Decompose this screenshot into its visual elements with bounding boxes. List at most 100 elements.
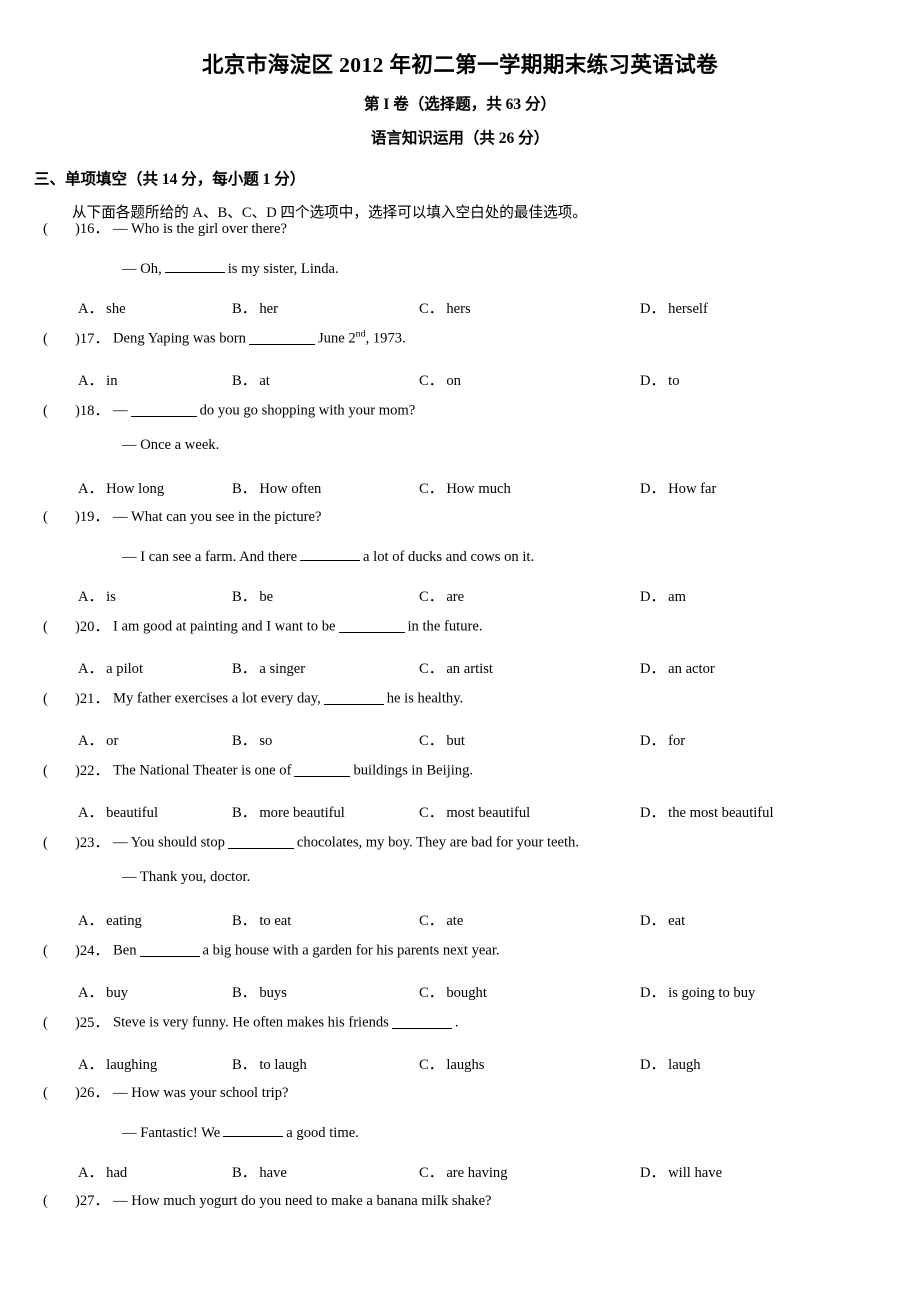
answer-bracket[interactable]: ( [0,943,75,959]
option-row: A． is B． be C． are D． am [0,582,920,618]
option-c[interactable]: C． How much [419,482,511,497]
answer-blank[interactable] [227,834,294,849]
question-text: — You should stop chocolates, my boy. The… [113,834,579,851]
option-b[interactable]: B． to eat [232,914,291,929]
option-b[interactable]: B． so [232,734,272,749]
option-d[interactable]: D． eat [640,914,685,929]
option-b[interactable]: B． to laugh [232,1058,307,1073]
option-a[interactable]: A． is [78,590,116,605]
ordinal-suffix: nd [355,328,366,340]
answer-bracket[interactable]: ( [0,619,75,635]
option-b[interactable]: B． a singer [232,662,305,677]
option-d[interactable]: D． is going to buy [640,986,755,1001]
question-line-primary: ( )25． Steve is very funny. He often mak… [0,1014,920,1050]
option-d[interactable]: D． herself [640,302,708,317]
option-c[interactable]: C． are [419,590,464,605]
answer-bracket[interactable]: ( [0,222,75,237]
question-text-pre: — Fantastic! We [122,1124,221,1141]
option-row: A． a pilot B． a singer C． an artist D． an ac… [0,654,920,690]
answer-bracket[interactable]: ( [0,763,75,779]
option-d[interactable]: D． to [640,374,680,389]
option-d[interactable]: D． How far [640,482,716,497]
page-title: 北京市海淀区 2012 年初二第一学期期末练习英语试卷 [201,53,719,77]
option-b[interactable]: B． her [232,302,278,317]
question-line-primary: ( )17． Deng Yaping was born June 2nd, 197… [0,328,920,366]
question-number: )18． [75,402,110,419]
answer-bracket[interactable]: ( [0,403,75,419]
answer-bracket[interactable]: ( [0,331,75,347]
option-b[interactable]: B． How often [232,482,321,497]
answer-blank[interactable] [223,1122,284,1137]
option-a[interactable]: A． How long [78,482,164,497]
option-row: A． had B． have C． are having D． will have [0,1158,920,1194]
option-a[interactable]: A． in [78,374,118,389]
answer-blank[interactable] [300,546,361,561]
option-row: A． laughing B． to laugh C． laughs D． laugh [0,1050,920,1086]
option-d[interactable]: D． will have [640,1166,722,1181]
question-number: )25． [75,1014,110,1031]
question-number: )26． [75,1085,110,1102]
answer-bracket[interactable]: ( [0,1194,75,1209]
answer-blank[interactable] [164,258,225,273]
option-d[interactable]: D． laugh [640,1058,701,1073]
option-c[interactable]: C． most beautiful [419,806,530,821]
option-a[interactable]: A． a pilot [78,662,143,677]
question-line-primary: ( )16． — Who is the girl over there? [0,222,920,258]
option-d[interactable]: D． an actor [640,662,715,677]
answer-bracket[interactable]: ( [0,1086,75,1101]
option-b[interactable]: B． buys [232,986,287,1001]
question-item: ( )19． — What can you see in the picture… [0,510,920,618]
question-number: )22． [75,762,110,779]
answer-blank[interactable] [248,330,315,345]
question-text: — do you go shopping with your mom? [113,402,416,419]
option-d[interactable]: D． for [640,734,685,749]
option-d[interactable]: D． am [640,590,686,605]
option-a[interactable]: A． she [78,302,126,317]
option-a[interactable]: A． buy [78,986,128,1001]
answer-bracket[interactable]: ( [0,691,75,707]
question-text: — What can you see in the picture? [113,509,322,526]
question-item: ( )16． — Who is the girl over there? — O… [0,222,920,330]
option-a[interactable]: A． eating [78,914,142,929]
question-item: ( )24． Ben a big house with a garden for … [0,942,920,1014]
option-c[interactable]: C． ate [419,914,463,929]
option-b[interactable]: B． more beautiful [232,806,345,821]
option-d[interactable]: D． the most beautiful [640,806,774,821]
question-item: ( )26． — How was your school trip? — Fan… [0,1086,920,1194]
option-a[interactable]: A． or [78,734,118,749]
answer-blank[interactable] [338,618,405,633]
question-number: )21． [75,690,110,707]
option-b[interactable]: B． at [232,374,270,389]
question-item: ( )17． Deng Yaping was born June 2nd, 197… [0,328,920,402]
option-a[interactable]: A． had [78,1166,127,1181]
option-c[interactable]: C． laughs [419,1058,484,1073]
answer-blank[interactable] [130,402,197,417]
answer-bracket[interactable]: ( [0,510,75,525]
option-b[interactable]: B． be [232,590,273,605]
question-text: — How was your school trip? [113,1085,289,1102]
option-b[interactable]: B． have [232,1166,287,1181]
option-c[interactable]: C． are having [419,1166,508,1181]
answer-bracket[interactable]: ( [0,1015,75,1031]
option-c[interactable]: C． bought [419,986,487,1001]
answer-blank[interactable] [391,1014,452,1029]
answer-bracket[interactable]: ( [0,835,75,851]
option-a[interactable]: A． beautiful [78,806,158,821]
question-list: ( )16． — Who is the girl over there? — O… [0,222,920,1230]
question-text: Deng Yaping was born June 2nd, 1973. [113,328,406,347]
answer-blank[interactable] [294,762,351,777]
question-item: ( )18． — do you go shopping with your mom… [0,402,920,510]
option-c[interactable]: C． on [419,374,461,389]
answer-blank[interactable] [323,690,384,705]
option-c[interactable]: C． an artist [419,662,493,677]
question-line-primary: ( )18． — do you go shopping with your mom… [0,402,920,438]
question-text-reply: — Once a week. [122,437,220,454]
question-line-secondary: — Fantastic! We a good time. [0,1122,920,1158]
option-c[interactable]: C． hers [419,302,471,317]
section-heading: 三、单项填空（共 14 分，每小题 1 分） [34,171,306,189]
option-a[interactable]: A． laughing [78,1058,157,1073]
answer-blank[interactable] [139,942,200,957]
question-item: ( )25． Steve is very funny. He often mak… [0,1014,920,1086]
option-c[interactable]: C． but [419,734,465,749]
question-text-post: a good time. [286,1124,359,1141]
